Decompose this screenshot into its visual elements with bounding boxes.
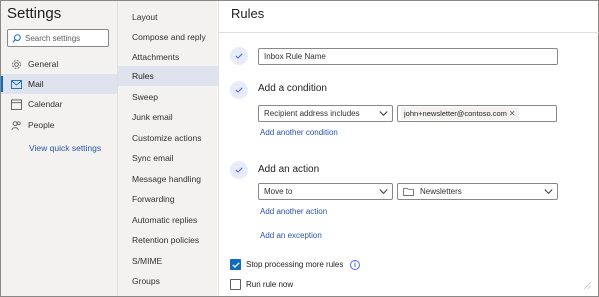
- condition-selected-value: Recipient address includes: [264, 109, 360, 118]
- nav-general[interactable]: General: [1, 54, 117, 74]
- condition-dropdown[interactable]: Recipient address includes: [258, 105, 393, 122]
- step-check-icon: [230, 161, 248, 179]
- condition-heading: Add a condition: [258, 83, 327, 94]
- folder-dropdown[interactable]: Newsletters: [397, 183, 558, 200]
- title-divider: [219, 32, 599, 33]
- action-selected-value: Move to: [264, 187, 293, 196]
- folder-selected-value: Newsletters: [420, 187, 462, 196]
- nav2-automatic-replies[interactable]: Automatic replies: [118, 210, 218, 230]
- nav2-groups[interactable]: Groups: [118, 271, 218, 291]
- nav-general-label: General: [28, 59, 59, 69]
- nav-people[interactable]: People: [1, 115, 117, 135]
- resize-grip-icon[interactable]: [583, 281, 592, 290]
- remove-pill-icon[interactable]: ✕: [509, 109, 516, 118]
- stop-processing-checkbox[interactable]: [230, 259, 241, 270]
- nav-people-label: People: [28, 120, 55, 130]
- run-rule-now-label: Run rule now: [246, 280, 294, 289]
- nav2-compose-and-reply[interactable]: Compose and reply: [118, 27, 218, 47]
- nav-mail-label: Mail: [28, 79, 44, 89]
- add-another-action-link[interactable]: Add another action: [260, 207, 327, 216]
- add-another-condition-link[interactable]: Add another condition: [260, 128, 338, 137]
- calendar-icon: [10, 98, 22, 110]
- rules-panel: Rules Inbox Rule Name Add a condition Re…: [218, 1, 599, 296]
- search-icon: [12, 33, 21, 42]
- search-settings-input[interactable]: [25, 33, 107, 43]
- action-heading: Add an action: [258, 164, 320, 175]
- nav2-message-handling[interactable]: Message handling: [118, 169, 218, 189]
- checkmark-icon: [231, 261, 240, 268]
- view-quick-settings-link[interactable]: View quick settings: [29, 143, 101, 153]
- step-check-icon: [230, 81, 248, 99]
- nav2-forwarding[interactable]: Forwarding: [118, 189, 218, 209]
- nav-calendar[interactable]: Calendar: [1, 94, 117, 114]
- page-title: Rules: [231, 6, 265, 21]
- nav2-sweep[interactable]: Sweep: [118, 87, 218, 107]
- nav2-layout[interactable]: Layout: [118, 7, 218, 27]
- nav2-customize-actions[interactable]: Customize actions: [118, 128, 218, 148]
- recipient-pill-label: john+newsletter@contoso.com: [404, 109, 507, 118]
- nav2-retention-policies[interactable]: Retention policies: [118, 230, 218, 250]
- recipient-pill: john+newsletter@contoso.com ✕: [401, 107, 519, 120]
- gear-icon: [10, 58, 22, 70]
- info-icon[interactable]: i: [350, 260, 360, 270]
- folder-icon: [403, 187, 414, 196]
- nav2-smime[interactable]: S/MIME: [118, 251, 218, 271]
- nav2-attachments[interactable]: Attachments: [118, 47, 218, 67]
- condition-value-box[interactable]: john+newsletter@contoso.com ✕: [397, 105, 557, 122]
- mail-settings-nav: Layout Compose and reply Attachments Rul…: [117, 1, 218, 296]
- chevron-down-icon: [544, 189, 553, 195]
- nav2-sync-email[interactable]: Sync email: [118, 148, 218, 168]
- stop-processing-label: Stop processing more rules: [246, 260, 344, 269]
- nav-calendar-label: Calendar: [28, 99, 63, 109]
- step-check-icon: [230, 47, 248, 65]
- mail-icon: [10, 78, 22, 90]
- rule-name-input[interactable]: Inbox Rule Name: [258, 48, 558, 65]
- nav2-junk-email[interactable]: Junk email: [118, 107, 218, 127]
- add-exception-link[interactable]: Add an exception: [260, 231, 322, 240]
- people-icon: [10, 119, 22, 131]
- settings-sidebar: Settings General Mail: [1, 1, 117, 296]
- run-rule-now-checkbox[interactable]: [230, 279, 241, 290]
- chevron-down-icon: [379, 189, 388, 195]
- chevron-down-icon: [379, 111, 388, 117]
- nav2-rules[interactable]: Rules: [118, 66, 218, 86]
- search-settings-box[interactable]: [7, 29, 109, 47]
- settings-title: Settings: [7, 5, 62, 22]
- action-dropdown[interactable]: Move to: [258, 183, 393, 200]
- nav-mail[interactable]: Mail: [1, 74, 117, 94]
